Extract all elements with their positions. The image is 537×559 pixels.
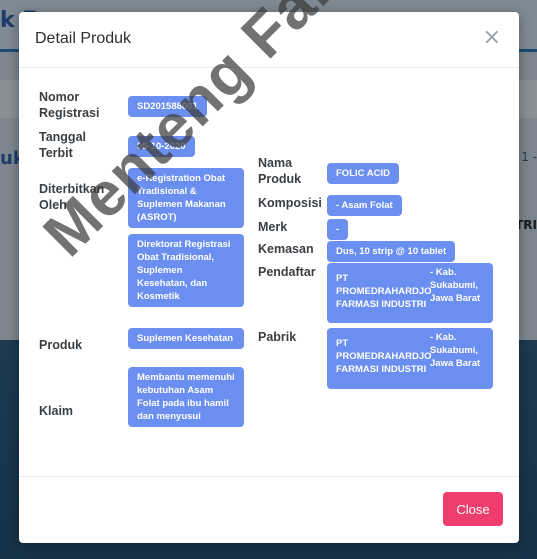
modal-title: Detail Produk: [35, 30, 132, 47]
value-nama-produk: FOLIC ACID: [327, 163, 400, 184]
pabrik-location: - Kab. Sukabumi, Jawa Barat: [430, 332, 481, 369]
label-nama-produk: Nama Produk: [258, 155, 301, 187]
pendaftar-name: PT PROMEDRAHARDJO FARMASI INDUSTRI: [336, 273, 432, 310]
value-pabrik: PT PROMEDRAHARDJO FARMASI INDUSTRI - Kab…: [327, 328, 493, 389]
label-pabrik: Pabrik: [258, 330, 297, 344]
close-icon[interactable]: ×: [483, 26, 501, 50]
label-kemasan: Kemasan: [258, 242, 314, 256]
label-produk: Produk: [39, 338, 83, 352]
value-komposisi: - Asam Folat: [327, 195, 402, 216]
value-pendaftar: PT PROMEDRAHARDJO FARMASI INDUSTRI - Kab…: [327, 263, 493, 323]
label-line: Registrasi: [39, 106, 100, 120]
value-merk: -: [327, 219, 349, 240]
label-komposisi: Komposisi: [258, 196, 322, 210]
product-detail-modal: Detail Produk × Nomor Registrasi SD20158…: [19, 12, 519, 543]
value-produk: Suplemen Kesehatan: [128, 328, 244, 349]
pendaftar-location: - Kab. Sukabumi, Jawa Barat: [430, 267, 481, 304]
background-pagination-text: 1 -: [521, 150, 537, 164]
label-line: Produk: [258, 172, 302, 186]
value-klaim: Membantu memenuhi kebutuhan Asam Folat p…: [128, 367, 244, 427]
label-line: Terbit: [39, 146, 73, 160]
pabrik-name: PT PROMEDRAHARDJO FARMASI INDUSTRI: [336, 338, 432, 375]
label-klaim: Klaim: [39, 404, 74, 418]
value-diterbitkan-oleh-2: Direktorat Registrasi Obat Tradisional, …: [128, 234, 244, 307]
label-line: Tanggal: [39, 130, 86, 144]
value-kemasan: Dus, 10 strip @ 10 tablet: [327, 241, 456, 262]
close-button[interactable]: Close: [443, 492, 503, 526]
label-merk: Merk: [258, 220, 288, 234]
label-nomor-registrasi: Nomor Registrasi: [39, 89, 99, 121]
label-line: Nomor: [39, 90, 80, 104]
label-line: Nama: [258, 156, 293, 170]
label-pendaftar: Pendaftar: [258, 265, 316, 279]
label-tanggal-terbit: Tanggal Terbit: [39, 129, 86, 161]
